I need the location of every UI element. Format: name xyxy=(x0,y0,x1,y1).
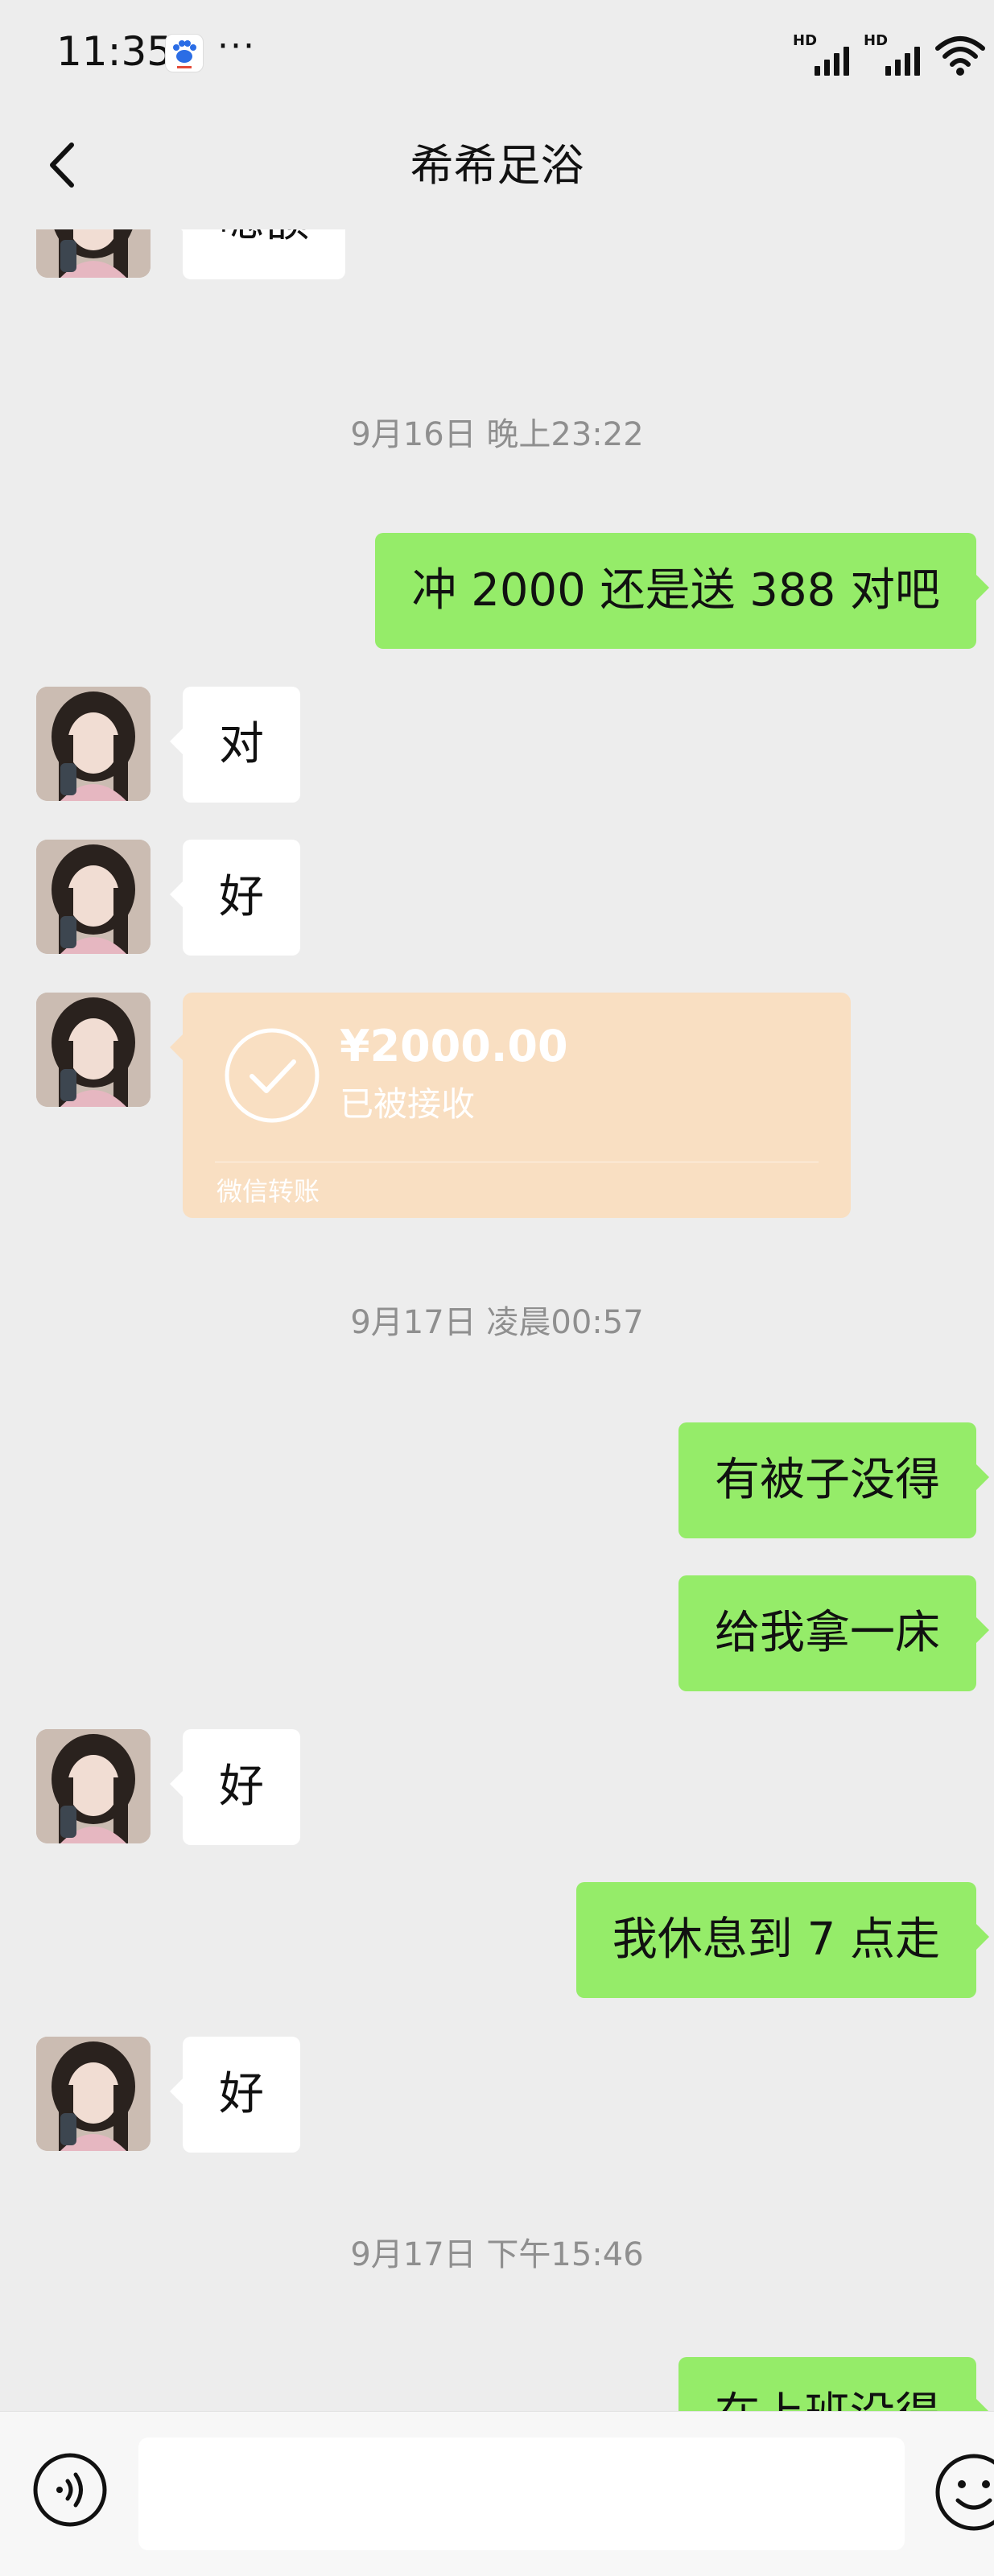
check-circle-icon xyxy=(225,1028,320,1123)
contact-avatar[interactable] xyxy=(36,229,151,278)
baidu-app-icon xyxy=(165,34,204,72)
transfer-status: 已被接收 xyxy=(340,1084,476,1124)
voice-icon xyxy=(33,2453,107,2527)
chat-input-bar xyxy=(0,2411,994,2576)
status-more-icon: ··· xyxy=(217,26,256,67)
message-bubble[interactable]: 对 xyxy=(170,687,300,803)
signal-strength-icon: HD xyxy=(864,32,920,77)
message-bubble[interactable]: 冲 2000 还是送 388 对吧 xyxy=(375,533,989,649)
chat-header: 希希足浴 xyxy=(0,105,994,229)
message-bubble[interactable]: 在上班没得 xyxy=(678,2357,989,2411)
message-bubble[interactable]: 嗯额 xyxy=(170,229,345,279)
message-bubble[interactable]: 给我拿一床 xyxy=(678,1575,989,1691)
hd-label: HD xyxy=(793,32,818,49)
timestamp: 9月16日 晚上23:22 xyxy=(350,416,644,453)
voice-input-button[interactable] xyxy=(32,2452,108,2528)
timestamp: 9月17日 凌晨00:57 xyxy=(350,1304,644,1341)
contact-avatar[interactable] xyxy=(36,993,151,1107)
chat-title: 希希足浴 xyxy=(410,140,584,191)
message-bubble[interactable]: 我休息到 7 点走 xyxy=(575,1882,990,1998)
emoji-button[interactable] xyxy=(934,2452,994,2533)
chat-message-list[interactable]: 嗯额 9月16日 晚上23:22 冲 2000 还是送 388 对吧 对 xyxy=(0,229,994,2411)
status-time: 11:35 xyxy=(56,28,173,75)
message-bubble[interactable]: 好 xyxy=(170,1729,300,1845)
status-indicators: HD HD xyxy=(793,31,986,79)
smile-icon xyxy=(935,2454,994,2531)
contact-avatar[interactable] xyxy=(36,840,151,954)
transfer-amount: ¥2000.00 xyxy=(340,1021,568,1071)
wechat-transfer-card[interactable]: ¥2000.00 已被接收 微信转账 xyxy=(170,993,851,1218)
contact-avatar[interactable] xyxy=(36,687,151,801)
signal-strength-icon: HD xyxy=(793,32,849,77)
message-bubble[interactable]: 好 xyxy=(170,2037,300,2153)
status-bar: 11:35 ··· HD HD xyxy=(0,0,994,105)
timestamp: 9月17日 下午15:46 xyxy=(350,2236,644,2273)
message-input[interactable] xyxy=(138,2438,905,2550)
contact-avatar[interactable] xyxy=(36,1729,151,1843)
transfer-label: 微信转账 xyxy=(217,1176,320,1207)
wifi-icon xyxy=(935,36,985,76)
message-bubble[interactable]: 好 xyxy=(170,840,300,956)
contact-avatar[interactable] xyxy=(36,2037,151,2151)
hd-label: HD xyxy=(864,32,889,49)
message-bubble[interactable]: 有被子没得 xyxy=(678,1422,989,1538)
